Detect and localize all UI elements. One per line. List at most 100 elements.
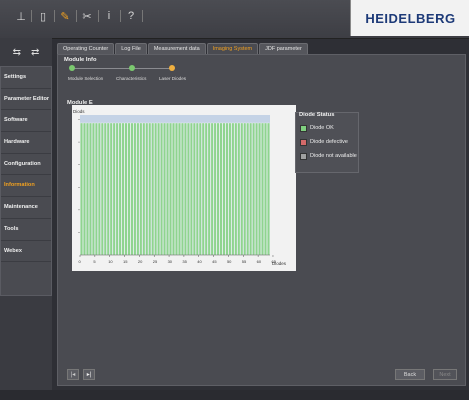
diode-bar [94, 122, 98, 256]
bottom-bar: |◂ ▸| Back Next [57, 364, 466, 386]
diode-bar [252, 122, 256, 256]
diode-bar [100, 122, 104, 256]
sidebar-menu: Settings Parameter Editor Software Hardw… [0, 66, 52, 296]
x-tick-label: 50 [227, 259, 232, 264]
info-icon[interactable]: i [102, 8, 116, 24]
diode-bar [222, 122, 226, 256]
x-tick-label: 65 [271, 259, 276, 264]
diode-bar [216, 122, 220, 256]
diode-bar [136, 122, 140, 256]
sidebar-item-configuration[interactable]: Configuration [1, 154, 51, 176]
toolbar-divider [31, 10, 32, 22]
step-label-module-selection: Module Selection [68, 76, 104, 81]
diode-bar [109, 122, 113, 256]
diode-bar [172, 122, 175, 256]
main-panel: Module Info Module Selection Characteris… [57, 54, 466, 386]
diode-bar [106, 122, 110, 256]
diode-bar [139, 122, 143, 256]
legend-label: Diode not available [310, 153, 357, 159]
diode-bar [240, 122, 244, 256]
x-tick-label: 55 [242, 259, 247, 264]
tower-icon[interactable]: ⊥ [14, 8, 28, 24]
diode-bar [130, 122, 134, 256]
diode-bar [80, 122, 83, 256]
diode-chart: DiodsDiodes0 5 10 15 20 25 30 35 40 45 50 55 60 65 [72, 105, 296, 271]
toolbar-divider [54, 10, 55, 22]
diode-bar [234, 122, 238, 256]
module-info-title: Module Info [64, 57, 97, 63]
sidebar-item-software[interactable]: Software [1, 110, 51, 133]
sidebar-item-tools[interactable]: Tools [1, 219, 51, 241]
step-dot-laser-diodes[interactable] [169, 65, 175, 71]
diode-bar [231, 122, 235, 256]
diode-bar [210, 122, 214, 256]
diode-bar [133, 122, 137, 256]
diode-bar [83, 122, 86, 256]
diode-bar [246, 122, 250, 256]
diode-bar [151, 122, 155, 256]
last-page-button[interactable]: ▸| [83, 369, 95, 380]
diode-status-title: Diode Status [299, 112, 335, 118]
diode-bar [154, 122, 158, 256]
diode-bar [103, 122, 107, 256]
diode-bar [115, 122, 119, 256]
sidebar-item-settings[interactable]: Settings [1, 67, 51, 89]
step-dot-characteristics[interactable] [129, 65, 135, 71]
legend-diode-defective: Diode defective [300, 138, 348, 146]
diode-bar [228, 122, 232, 256]
x-tick-label: 20 [138, 259, 143, 264]
sidebar-item-maintenance[interactable]: Maintenance [1, 197, 51, 219]
green-square-icon [300, 124, 307, 132]
x-tick-label: 60 [257, 259, 262, 264]
x-tick-label: 15 [123, 259, 128, 264]
step-label-characteristics: Characteristics [116, 76, 147, 81]
diode-bar [160, 122, 163, 256]
x-tick-label: 35 [182, 259, 187, 264]
diode-bar [92, 122, 95, 256]
sidebar-item-parameter-editor[interactable]: Parameter Editor [1, 89, 51, 111]
next-button[interactable]: Next [433, 369, 457, 380]
red-square-icon [300, 138, 307, 146]
help-icon[interactable]: ? [124, 8, 138, 24]
diode-bar [145, 122, 149, 256]
diode-bar [89, 122, 92, 256]
sidebar-item-information[interactable]: Information [1, 175, 51, 198]
diode-bar [201, 122, 205, 256]
gray-square-icon [300, 152, 307, 160]
sidebar-item-hardware[interactable]: Hardware [1, 132, 51, 154]
sidebar-item-webex[interactable]: Webex [1, 241, 51, 263]
diode-bar [142, 122, 146, 256]
diode-bar [184, 122, 187, 256]
sidebar: ⇆ ⇄ Settings Parameter Editor Software H… [0, 38, 52, 400]
legend-diode-not-available: Diode not available [300, 152, 357, 160]
diode-bar [255, 122, 258, 256]
wrench-icon[interactable]: ✎ [58, 8, 72, 24]
toolbar-divider [120, 10, 121, 22]
tools-icon[interactable]: ✂ [80, 8, 94, 24]
diode-bar [163, 122, 166, 256]
diode-bar [166, 122, 169, 256]
device-icon[interactable]: ▯ [36, 8, 50, 24]
x-tick-label: 45 [212, 259, 217, 264]
back-button[interactable]: Back [395, 369, 425, 380]
diode-bar [127, 122, 131, 256]
first-page-button[interactable]: |◂ [67, 369, 79, 380]
x-tick-label: 40 [197, 259, 202, 264]
diode-bar [237, 122, 241, 256]
step-dot-module-selection[interactable] [69, 65, 75, 71]
x-tick-label: 30 [168, 259, 173, 264]
diode-bar [124, 122, 128, 256]
diode-bar [97, 122, 101, 256]
step-line [72, 68, 172, 69]
diode-bar [207, 122, 211, 256]
diode-bar [187, 122, 190, 256]
arrow-right-left-icon[interactable]: ⇄ [31, 47, 39, 58]
diode-bar [219, 122, 223, 256]
diode-bar [175, 122, 178, 256]
diode-bar [249, 122, 253, 256]
diode-bar [258, 122, 261, 256]
toolbar-divider [76, 10, 77, 22]
arrow-left-right-icon[interactable]: ⇆ [13, 47, 21, 58]
diode-bar [225, 122, 229, 256]
diode-bar [243, 122, 247, 256]
